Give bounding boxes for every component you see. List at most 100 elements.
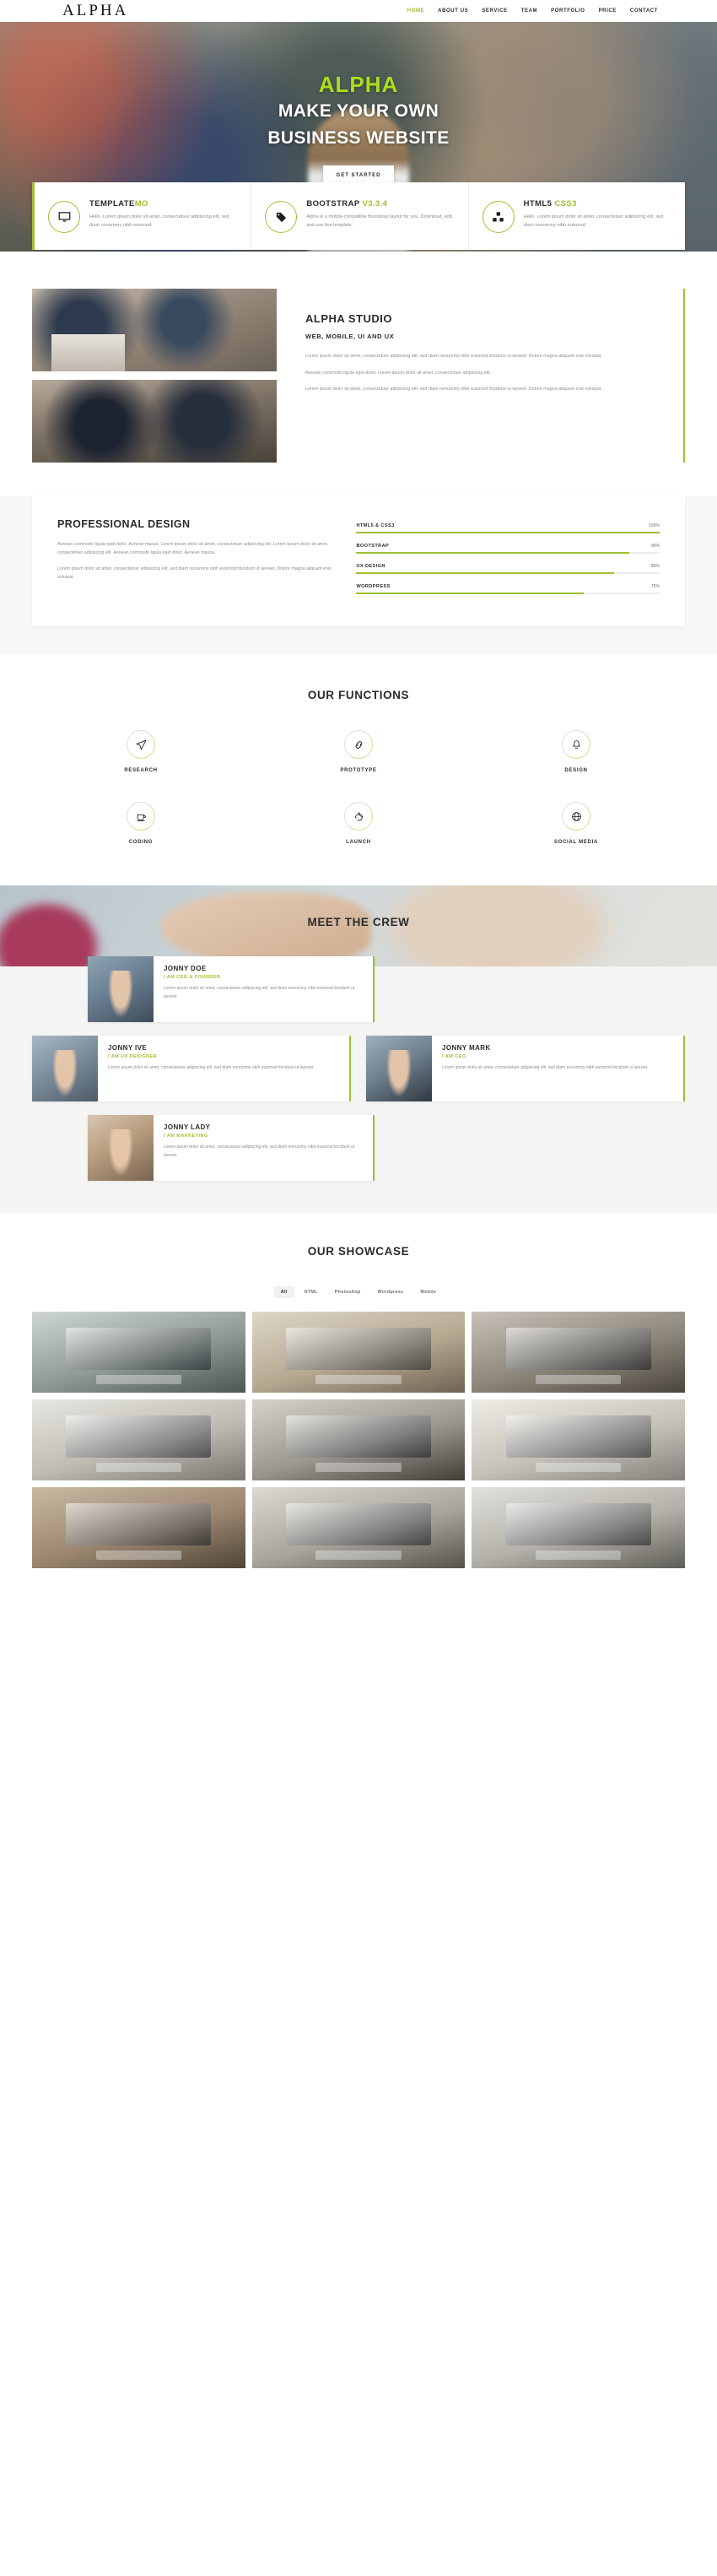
skill-bar-chart: HTML5 & CSS3 100% BOOTSTRAP 90% UX DESIGN 85%… xyxy=(356,518,660,604)
member-role: I AM CEO & FOUNDER xyxy=(164,975,221,980)
team-member-card: JONNY MARK I AM CEO Lorem ipsum dolor si… xyxy=(366,1036,685,1101)
nav-item-service[interactable]: SERVICE xyxy=(482,8,507,14)
member-avatar xyxy=(88,1115,154,1181)
skill-name: UX DESIGN xyxy=(356,564,385,569)
site-header: ALPHA HOME ABOUT US SERVICE TEAM PORTFOL… xyxy=(0,0,717,22)
skill-name: BOOTSTRAP xyxy=(356,544,390,549)
function-item-coding[interactable]: CODING xyxy=(32,802,250,845)
feature-title: BOOTSTRAP V3.3.4 xyxy=(306,199,454,208)
function-item-launch[interactable]: LAUNCH xyxy=(250,802,467,845)
function-item-social-media[interactable]: SOCIAL MEDIA xyxy=(467,802,685,845)
showcase-item[interactable] xyxy=(32,1487,245,1568)
team-member-card: JONNY IVE I AM UX DESIGNER Lorem ipsum d… xyxy=(32,1036,351,1101)
bell-icon xyxy=(562,730,590,759)
skill-bar: HTML5 & CSS3 100% xyxy=(356,523,660,533)
globe-icon xyxy=(562,802,590,831)
feature-title-main: TEMPLATE xyxy=(89,199,135,208)
skill-percent: 100% xyxy=(649,523,660,528)
showcase-item[interactable] xyxy=(251,1399,466,1480)
feature-title-highlight: CSS3 xyxy=(554,199,577,208)
showcase-item[interactable] xyxy=(472,1487,685,1568)
member-name: JONNY LADY xyxy=(164,1123,211,1131)
team-member-card: JONNY LADY I AM MARKETING Lorem ipsum do… xyxy=(88,1115,375,1181)
skill-track xyxy=(356,532,660,533)
skill-bar: WORDPRESS 75% xyxy=(356,584,660,594)
nav-item-contact[interactable]: CONTACT xyxy=(630,8,658,14)
feature-cards: TEMPLATEMO Hello. Lorem ipsum dolor sit … xyxy=(32,182,685,250)
function-label: LAUNCH xyxy=(346,840,371,845)
professional-heading: PROFESSIONAL DESIGN xyxy=(57,518,191,530)
team-heading: MEET THE CREW xyxy=(307,916,410,928)
about-studio-section: ALPHA STUDIO WEB, MOBILE, UI AND UX Lore… xyxy=(0,250,717,496)
showcase-item[interactable] xyxy=(251,1312,466,1393)
filter-tab-html[interactable]: HTML xyxy=(297,1286,325,1298)
skill-track xyxy=(356,552,660,554)
team-row-2: JONNY IVE I AM UX DESIGNER Lorem ipsum d… xyxy=(0,1036,717,1101)
feature-title-main: HTML5 xyxy=(523,199,553,208)
function-label: SOCIAL MEDIA xyxy=(554,840,598,845)
cubes-icon xyxy=(482,201,515,233)
filter-tab-all[interactable]: All xyxy=(273,1286,294,1298)
skill-name: WORDPRESS xyxy=(356,584,391,589)
function-item-design[interactable]: DESIGN xyxy=(467,730,685,773)
function-label: DESIGN xyxy=(564,768,588,773)
function-label: PROTOTYPE xyxy=(340,768,377,773)
team-row-1: JONNY DOE I AM CEO & FOUNDER Lorem ipsum… xyxy=(0,956,717,1022)
studio-paragraph-2: Aenean commodo ligula eget dolor. Lorem … xyxy=(305,370,492,376)
studio-photo-group xyxy=(32,289,277,463)
feature-title-main: BOOTSTRAP xyxy=(306,199,360,208)
member-role: I AM MARKETING xyxy=(164,1134,208,1139)
our-showcase-section: OUR SHOWCASE All HTML Photoshop Wordpres… xyxy=(0,1213,717,1585)
feature-card-bootstrap: BOOTSTRAP V3.3.4 Alpha is a mobile-compa… xyxy=(251,182,467,250)
recycle-icon xyxy=(344,802,373,831)
showcase-item[interactable] xyxy=(32,1312,245,1393)
monitor-icon xyxy=(48,201,80,233)
nav-item-team[interactable]: TEAM xyxy=(521,8,537,14)
member-bio: Lorem ipsum dolor sit amet, consectetuer… xyxy=(442,1065,649,1070)
site-logo[interactable]: ALPHA xyxy=(62,2,128,20)
team-member-card: JONNY DOE I AM CEO & FOUNDER Lorem ipsum… xyxy=(88,956,375,1022)
hero-content: ALPHA MAKE YOUR OWN BUSINESS WEBSITE GET… xyxy=(0,22,717,187)
our-functions-section: OUR FUNCTIONS RESEARCH PROTOTYPE DESIGN xyxy=(0,655,717,885)
showcase-item[interactable] xyxy=(32,1399,245,1480)
paper-plane-icon xyxy=(127,730,155,759)
skill-track xyxy=(356,572,660,574)
skill-percent: 85% xyxy=(650,564,660,569)
showcase-item[interactable] xyxy=(251,1487,466,1568)
member-bio: Lorem ipsum dolor sit amet, consectetuer… xyxy=(108,1065,315,1070)
feature-description: Hello. Lorem ipsum dolor sit amet, conse… xyxy=(89,214,229,229)
tags-icon xyxy=(265,201,298,233)
showcase-item[interactable] xyxy=(472,1399,685,1480)
studio-text-block: ALPHA STUDIO WEB, MOBILE, UI AND UX Lore… xyxy=(277,289,685,463)
showcase-item[interactable] xyxy=(472,1312,685,1393)
skill-track xyxy=(356,593,660,594)
hero-subtitle-line-1: MAKE YOUR OWN xyxy=(278,100,439,121)
feature-cards-section: TEMPLATEMO Hello. Lorem ipsum dolor sit … xyxy=(0,182,717,250)
function-item-prototype[interactable]: PROTOTYPE xyxy=(250,730,467,773)
filter-tab-wordpress[interactable]: Wordpress xyxy=(370,1286,411,1298)
feature-title: TEMPLATEMO xyxy=(89,199,237,208)
feature-title-highlight: MO xyxy=(134,199,148,208)
skill-bar: BOOTSTRAP 90% xyxy=(356,544,660,554)
filter-tab-mobile[interactable]: Mobile xyxy=(413,1286,444,1298)
member-name: JONNY DOE xyxy=(164,965,207,972)
landing-page: ALPHA HOME ABOUT US SERVICE TEAM PORTFOL… xyxy=(0,0,717,1585)
team-row-3: JONNY LADY I AM MARKETING Lorem ipsum do… xyxy=(0,1115,717,1181)
member-bio: Lorem ipsum dolor sit amet, consectetuer… xyxy=(164,1145,355,1158)
nav-item-home[interactable]: HOME xyxy=(407,8,424,14)
nav-item-price[interactable]: PRICE xyxy=(599,8,617,14)
member-avatar xyxy=(32,1036,98,1101)
member-name: JONNY MARK xyxy=(442,1044,491,1052)
function-item-research[interactable]: RESEARCH xyxy=(32,730,250,773)
skill-fill xyxy=(356,572,615,574)
filter-tab-photoshop[interactable]: Photoshop xyxy=(327,1286,368,1298)
skill-percent: 75% xyxy=(650,584,660,589)
main-navigation: HOME ABOUT US SERVICE TEAM PORTFOLIO PRI… xyxy=(407,8,658,14)
studio-paragraph-3: Lorem ipsum dolor sit amet, consectetuer… xyxy=(305,387,602,392)
nav-item-about-us[interactable]: ABOUT US xyxy=(438,8,468,14)
nav-item-portfolio[interactable]: PORTFOLIO xyxy=(551,8,585,14)
studio-heading: ALPHA STUDIO xyxy=(305,312,393,325)
skill-fill xyxy=(356,552,630,554)
skill-fill xyxy=(356,532,660,533)
coffee-icon xyxy=(127,802,155,831)
